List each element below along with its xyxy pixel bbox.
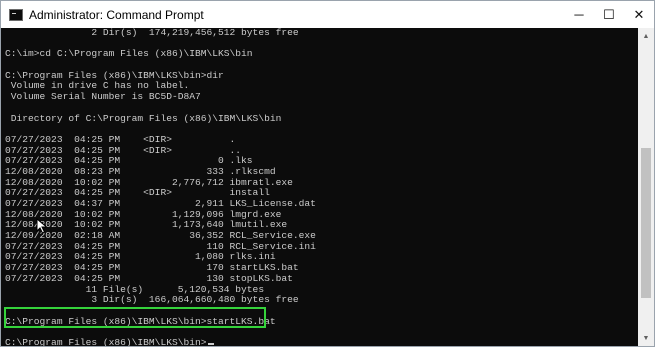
console-line-text: 07/27/2023 04:25 PM 110 RCL_Service.ini xyxy=(5,240,316,252)
console-line-text: 3 Dir(s) 166,064,660,480 bytes free xyxy=(5,294,299,306)
maximize-button[interactable]: ☐ xyxy=(594,1,624,28)
text-cursor xyxy=(207,342,214,345)
console-line-text: 12/08/2020 08:23 PM 333 .rlkscmd xyxy=(5,165,276,177)
console-line-text: 07/27/2023 04:25 PM 1,080 rlks.ini xyxy=(5,251,276,263)
console-line: 3 Dir(s) 166,064,660,480 bytes free xyxy=(5,294,316,306)
console-line-text: Directory of C:\Program Files (x86)\IBM\… xyxy=(5,112,282,124)
window-title: Administrator: Command Prompt xyxy=(29,7,204,22)
console-line: Directory of C:\Program Files (x86)\IBM\… xyxy=(5,112,316,125)
mouse-pointer-icon xyxy=(36,218,48,234)
scroll-down-arrow-icon[interactable]: ▼ xyxy=(638,330,654,346)
console-line: C:\Program Files (x86)\IBM\LKS\bin> xyxy=(5,336,316,346)
window-controls: ─ ☐ ✕ xyxy=(564,1,654,28)
command-prompt-icon xyxy=(9,8,23,21)
vertical-scrollbar[interactable]: ▲ ▼ xyxy=(638,28,654,346)
console-line-text: 12/08/2020 10:02 PM 2,776,712 ibmratl.ex… xyxy=(5,176,293,188)
console-line-text: 07/27/2023 04:25 PM 0 .lks xyxy=(5,155,253,167)
console-line-text: 07/27/2023 04:25 PM 170 startLKS.bat xyxy=(5,262,299,274)
close-button[interactable]: ✕ xyxy=(624,1,654,28)
console-line-text: Volume in drive C has no label. xyxy=(5,80,190,92)
console-line-text: 07/27/2023 04:25 PM <DIR> .. xyxy=(5,144,242,156)
console-line-text: C:\Program Files (x86)\IBM\LKS\bin>dir xyxy=(5,69,224,81)
scrollbar-thumb[interactable] xyxy=(641,148,651,298)
console-line-text: 07/27/2023 04:25 PM <DIR> install xyxy=(5,187,270,199)
console-line-text: 07/27/2023 04:25 PM 130 stopLKS.bat xyxy=(5,272,293,284)
console-line-text: 12/09/2020 02:18 AM 36,352 RCL_Service.e… xyxy=(5,230,316,242)
console-line-text: 2 Dir(s) 174,219,456,512 bytes free xyxy=(5,28,299,38)
command-prompt-window: Administrator: Command Prompt ─ ☐ ✕ 2 Di… xyxy=(0,0,655,347)
title-bar[interactable]: Administrator: Command Prompt ─ ☐ ✕ xyxy=(1,1,654,28)
console-lines: 2 Dir(s) 174,219,456,512 bytes free C:\im… xyxy=(5,28,316,346)
console-line-text: C:\im>cd C:\Program Files (x86)\IBM\LKS\… xyxy=(5,48,253,60)
minimize-button[interactable]: ─ xyxy=(564,1,594,28)
console-line-text: C:\Program Files (x86)\IBM\LKS\bin> xyxy=(5,336,207,346)
console-line-text: 11 File(s) 5,120,534 bytes xyxy=(5,283,265,295)
console-line: C:\im>cd C:\Program Files (x86)\IBM\LKS\… xyxy=(5,49,316,60)
console-line-text: 07/27/2023 04:37 PM 2,911 LKS_License.da… xyxy=(5,198,316,209)
console-line-text: 07/27/2023 04:25 PM <DIR> . xyxy=(5,133,236,145)
console-line: Volume Serial Number is BC5D-D8A7 xyxy=(5,91,316,103)
highlight-box-startlks-command xyxy=(4,307,266,328)
console-line-text: Volume Serial Number is BC5D-D8A7 xyxy=(5,91,201,103)
scroll-up-arrow-icon[interactable]: ▲ xyxy=(638,28,654,44)
console-line: 2 Dir(s) 174,219,456,512 bytes free xyxy=(5,28,316,39)
console-output[interactable]: 2 Dir(s) 174,219,456,512 bytes free C:\im… xyxy=(1,28,638,346)
